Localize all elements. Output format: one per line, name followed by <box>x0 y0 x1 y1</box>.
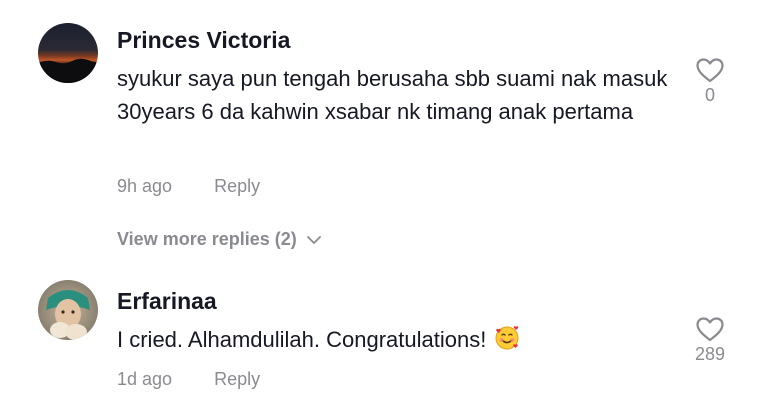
comment-text: syukur saya pun tengah berusaha sbb suam… <box>117 66 668 124</box>
smiling-face-with-hearts-icon <box>494 325 520 360</box>
comment-item: Erfarinaa I cried. Alhamdulilah. Congrat… <box>0 270 760 411</box>
view-more-replies-label: View more replies (2) <box>117 229 297 249</box>
heart-icon <box>690 58 730 83</box>
comment-text-content: I cried. Alhamdulilah. Congratulations! <box>117 327 487 352</box>
avatar[interactable] <box>38 23 98 83</box>
reply-button[interactable]: Reply <box>214 369 260 390</box>
comment-meta: 9h ago Reply <box>117 176 260 197</box>
like-button[interactable]: 0 <box>690 58 730 106</box>
comment-meta: 1d ago Reply <box>117 369 260 390</box>
comment-username[interactable]: Princes Victoria <box>117 27 290 54</box>
comment-timestamp: 9h ago <box>117 176 173 196</box>
comment-text: I cried. Alhamdulilah. Congratulations! <box>117 323 677 360</box>
avatar[interactable] <box>38 280 98 340</box>
like-count: 0 <box>704 85 715 105</box>
heart-icon <box>690 317 730 342</box>
like-button[interactable]: 289 <box>690 317 730 365</box>
like-count: 289 <box>694 344 726 364</box>
comment-item: Princes Victoria syukur saya pun tengah … <box>0 0 760 270</box>
comment-timestamp: 1d ago <box>117 369 173 389</box>
reply-button[interactable]: Reply <box>214 176 260 197</box>
comment-username[interactable]: Erfarinaa <box>117 288 217 315</box>
chevron-down-icon <box>306 229 321 250</box>
view-more-replies-button[interactable]: View more replies (2) <box>117 229 321 250</box>
